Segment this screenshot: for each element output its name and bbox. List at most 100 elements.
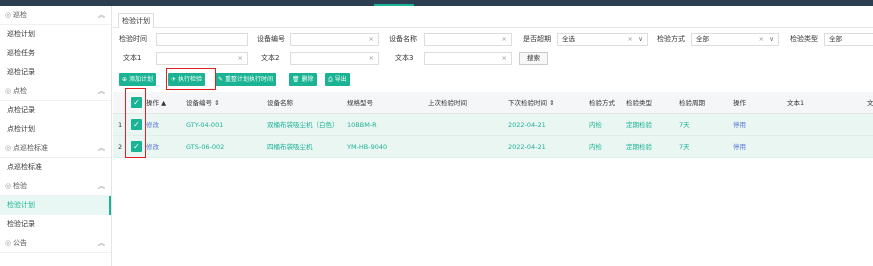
column-header-more: 文	[867, 99, 873, 107]
table-row[interactable]: 2 ✓ 修改 GTS-06-002 四桶布袋吸尘机 YM-HB-9040 202…	[113, 136, 873, 158]
text1-label: 文本1	[123, 54, 142, 62]
chevron-up-icon: ︽	[98, 11, 105, 19]
method-select[interactable]: 全部 × ∨	[691, 33, 779, 46]
sidebar-item-inspection-plan[interactable]: 检验计划	[0, 196, 111, 215]
chevron-up-icon: ︽	[98, 87, 105, 95]
row-index: 2	[118, 143, 123, 151]
column-header-cycle: 检验周期	[679, 99, 705, 107]
spot-check-icon: ◎	[5, 87, 12, 95]
column-header-spec: 规格型号	[347, 99, 373, 107]
highlight-box-checkboxes	[125, 88, 146, 158]
clear-icon[interactable]: ×	[238, 53, 243, 64]
edit-link[interactable]: 修改	[146, 136, 159, 158]
disable-link[interactable]: 停用	[733, 136, 746, 158]
clear-icon[interactable]: ×	[369, 34, 374, 45]
edit-link[interactable]: 修改	[146, 114, 159, 136]
column-header-equip-name: 设备名称	[267, 99, 293, 107]
highlight-box-execute	[166, 68, 216, 90]
cell-equip-name: 双桶布袋吸尘机（白色）	[267, 121, 339, 129]
add-plan-button[interactable]: ⊕ 添加计划	[119, 73, 156, 86]
column-header-type: 检验类型	[626, 99, 652, 107]
cell-next-time: 2022-04-21	[508, 121, 546, 129]
column-header-action[interactable]: 操作 ▲	[146, 92, 166, 114]
sidebar: ◎ 巡检 ︽ 巡检计划 巡检任务 巡检记录 ◎ 点检 ︽ 点检记录 点检计划 ◎ 点巡检标…	[0, 6, 112, 266]
cell-spec: YM-HB-9040	[347, 143, 388, 151]
search-button[interactable]: 搜索	[519, 52, 548, 65]
sidebar-item-inspection-record[interactable]: 检验记录	[0, 215, 111, 234]
cell-method: 内检	[589, 143, 602, 151]
sidebar-group-notice[interactable]: ◎ 公告 ︽	[0, 234, 111, 253]
cell-method: 内检	[589, 121, 602, 129]
filter-panel: 检验时间 设备编号 × 设备名称 × 是否超期 全选 × ∨ 检验方式 全部 × ∨ 检…	[113, 28, 873, 70]
overdue-select[interactable]: 全选 × ∨	[557, 33, 648, 46]
tab-bar: 检验计划	[113, 6, 873, 28]
patrol-icon: ◎	[5, 11, 12, 19]
standard-icon: ◎	[5, 144, 12, 152]
chevron-up-icon: ︽	[98, 182, 105, 190]
sidebar-item-patrol-task[interactable]: 巡检任务	[0, 44, 111, 63]
sidebar-group-standard[interactable]: ◎ 点巡检标准 ︽	[0, 139, 111, 158]
trash-icon: 🗑	[292, 76, 302, 83]
table-row[interactable]: 1 ✓ 修改 GTY-04-001 双桶布袋吸尘机（白色） 10BBM-R 20…	[113, 114, 873, 136]
column-header-text1: 文本1	[787, 99, 805, 107]
row-index: 1	[118, 121, 123, 129]
export-button[interactable]: ⎙ 导出	[325, 73, 350, 86]
sidebar-item-spot-record[interactable]: 点检记录	[0, 101, 111, 120]
sidebar-group-spot-check[interactable]: ◎ 点检 ︽	[0, 82, 111, 101]
type-label: 检验类型	[790, 35, 818, 43]
clear-icon[interactable]: ×	[369, 53, 374, 64]
cell-type: 定期检验	[626, 143, 652, 151]
disable-link[interactable]: 停用	[733, 114, 746, 136]
clear-icon[interactable]: ×	[759, 34, 764, 45]
text3-input[interactable]: ×	[424, 52, 512, 65]
plus-circle-icon: ⊕	[122, 76, 129, 83]
column-header-last-time: 上次检验时间	[428, 99, 467, 107]
column-header-op: 操作	[733, 99, 746, 107]
reset-schedule-button[interactable]: ✎ 重整计划执行时间	[215, 73, 276, 86]
equip-name-label: 设备名称	[389, 35, 417, 43]
cell-equip-no: GTY-04-001	[186, 121, 224, 129]
cell-cycle: 7天	[679, 121, 690, 129]
clear-icon[interactable]: ×	[502, 34, 507, 45]
sidebar-item-patrol-record[interactable]: 巡检记录	[0, 63, 111, 82]
delete-button[interactable]: 🗑 删除	[289, 73, 317, 86]
method-label: 检验方式	[657, 35, 685, 43]
main-content: 检验计划 检验时间 设备编号 × 设备名称 × 是否超期 全选 × ∨ 检验方式 全…	[113, 6, 873, 266]
cell-type: 定期检验	[626, 121, 652, 129]
type-select[interactable]: 全部	[824, 33, 873, 46]
plan-table: ✓ 操作 ▲ 设备编号 ⇕ 设备名称 规格型号 上次检验时间 下次检验时间 ⇕ …	[113, 88, 873, 158]
text1-input[interactable]: ×	[156, 52, 248, 65]
equip-no-label: 设备编号	[257, 35, 285, 43]
export-icon: ⎙	[328, 76, 335, 83]
text2-input[interactable]: ×	[290, 52, 379, 65]
inspection-icon: ◎	[5, 182, 12, 190]
sidebar-item-standard[interactable]: 点巡检标准	[0, 158, 111, 177]
text2-label: 文本2	[261, 54, 280, 62]
clear-icon[interactable]: ×	[628, 34, 633, 45]
cell-cycle: 7天	[679, 143, 690, 151]
clear-icon[interactable]: ×	[502, 53, 507, 64]
chevron-up-icon: ︽	[98, 144, 105, 152]
text3-label: 文本3	[395, 54, 414, 62]
column-header-next-time[interactable]: 下次检验时间 ⇕	[508, 92, 555, 114]
sidebar-group-inspection[interactable]: ◎ 检验 ︽	[0, 177, 111, 196]
sidebar-item-spot-plan[interactable]: 点检计划	[0, 120, 111, 139]
inspect-time-label: 检验时间	[119, 35, 147, 43]
cell-equip-no: GTS-06-002	[186, 143, 225, 151]
chevron-down-icon: ∨	[638, 35, 643, 43]
cell-next-time: 2022-04-21	[508, 143, 546, 151]
equip-name-input[interactable]: ×	[424, 33, 512, 46]
column-header-equip-no[interactable]: 设备编号 ⇕	[186, 92, 220, 114]
sidebar-item-patrol-plan[interactable]: 巡检计划	[0, 25, 111, 44]
cell-equip-name: 四桶布袋吸尘机	[267, 143, 313, 151]
chevron-down-icon: ∨	[769, 35, 774, 43]
sidebar-group-patrol[interactable]: ◎ 巡检 ︽	[0, 6, 111, 25]
wrench-icon: ✎	[218, 76, 225, 83]
chevron-up-icon: ︽	[98, 239, 105, 247]
tab-inspection-plan[interactable]: 检验计划	[118, 13, 154, 28]
column-header-method: 检验方式	[589, 99, 615, 107]
cell-spec: 10BBM-R	[347, 121, 377, 129]
notice-icon: ◎	[5, 239, 12, 247]
equip-no-input[interactable]: ×	[290, 33, 379, 46]
inspect-time-input[interactable]	[156, 33, 248, 46]
